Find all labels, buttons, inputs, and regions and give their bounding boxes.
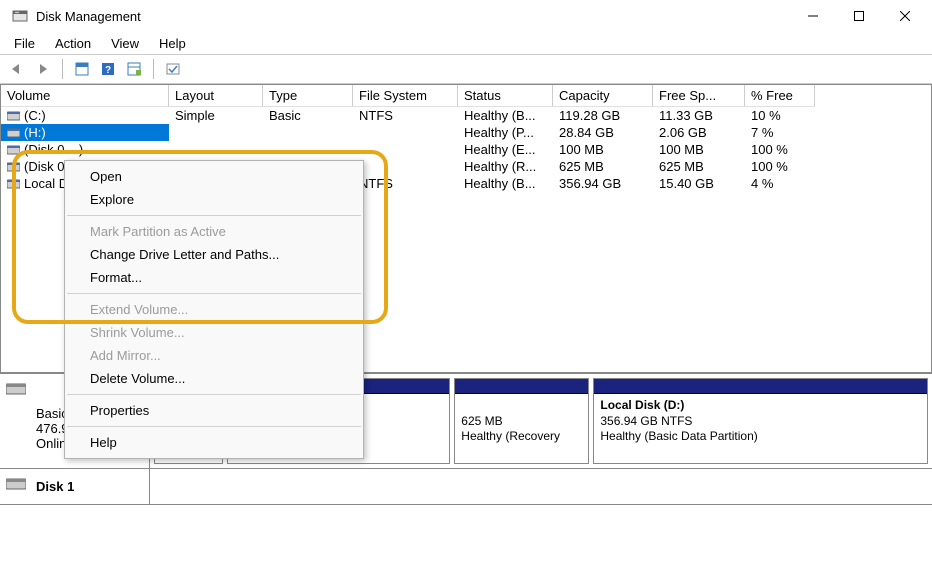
- context-menu-item[interactable]: Format...: [66, 266, 362, 289]
- cell-type: [263, 124, 353, 141]
- cell-filesystem: [353, 124, 458, 141]
- cell-capacity: 625 MB: [553, 158, 653, 175]
- help-icon[interactable]: ?: [97, 58, 119, 80]
- volume-name: (Disk 0 ...): [24, 142, 83, 157]
- col-volume[interactable]: Volume: [1, 85, 169, 107]
- context-menu-item: Add Mirror...: [66, 344, 362, 367]
- menu-file[interactable]: File: [6, 34, 43, 53]
- cell-capacity: 100 MB: [553, 141, 653, 158]
- cell-type: Basic: [263, 107, 353, 124]
- cell-free: 15.40 GB: [653, 175, 745, 192]
- partition-d-title: Local Disk (D:): [600, 398, 921, 414]
- context-menu-item[interactable]: Delete Volume...: [66, 367, 362, 390]
- cell-free: 625 MB: [653, 158, 745, 175]
- close-button[interactable]: [882, 0, 928, 32]
- cell-status: Healthy (B...: [458, 107, 553, 124]
- window-title: Disk Management: [36, 9, 141, 24]
- col-type[interactable]: Type: [263, 85, 353, 107]
- disk-1-row: Disk 1: [0, 469, 932, 505]
- cell-pct: 100 %: [745, 141, 815, 158]
- menu-bar: File Action View Help: [0, 32, 932, 54]
- cell-filesystem: NTFS: [353, 107, 458, 124]
- cell-filesystem: [353, 141, 458, 158]
- cell-free: 2.06 GB: [653, 124, 745, 141]
- col-filesystem[interactable]: File System: [353, 85, 458, 107]
- settings-icon[interactable]: [162, 58, 184, 80]
- cell-status: Healthy (P...: [458, 124, 553, 141]
- volume-icon: [7, 143, 20, 156]
- col-free-space[interactable]: Free Sp...: [653, 85, 745, 107]
- nav-back-button[interactable]: [6, 58, 28, 80]
- toolbar: ?: [0, 54, 932, 84]
- partition-recovery-size: 625 MB: [461, 414, 582, 430]
- table-header-row: Volume Layout Type File System Status Ca…: [1, 85, 931, 107]
- cell-pct: 10 %: [745, 107, 815, 124]
- table-row[interactable]: (C:) SimpleBasicNTFSHealthy (B...119.28 G…: [1, 107, 931, 124]
- context-menu-item[interactable]: Change Drive Letter and Paths...: [66, 243, 362, 266]
- partition-recovery-status: Healthy (Recovery: [461, 429, 582, 445]
- cell-free: 100 MB: [653, 141, 745, 158]
- cell-layout: [169, 124, 263, 141]
- nav-forward-button[interactable]: [32, 58, 54, 80]
- cell-layout: [169, 141, 263, 158]
- refresh-icon[interactable]: [71, 58, 93, 80]
- app-icon: [12, 8, 28, 24]
- disk-1-label[interactable]: Disk 1: [0, 469, 150, 504]
- context-menu-item: Extend Volume...: [66, 298, 362, 321]
- menu-help[interactable]: Help: [151, 34, 194, 53]
- cell-status: Healthy (E...: [458, 141, 553, 158]
- title-bar: Disk Management: [0, 0, 932, 32]
- svg-text:?: ?: [105, 65, 111, 76]
- context-menu-item[interactable]: Properties: [66, 399, 362, 422]
- volume-icon: [7, 109, 20, 122]
- volume-context-menu: OpenExplore Mark Partition as ActiveChang…: [64, 160, 364, 459]
- volume-name: (C:): [24, 108, 46, 123]
- volume-icon: [7, 160, 20, 173]
- cell-filesystem: [353, 158, 458, 175]
- cell-status: Healthy (B...: [458, 175, 553, 192]
- minimize-button[interactable]: [790, 0, 836, 32]
- cell-pct: 7 %: [745, 124, 815, 141]
- cell-filesystem: NTFS: [353, 175, 458, 192]
- menu-view[interactable]: View: [103, 34, 147, 53]
- partition-recovery[interactable]: 625 MB Healthy (Recovery: [454, 378, 589, 464]
- context-menu-item[interactable]: Help: [66, 431, 362, 454]
- cell-capacity: 119.28 GB: [553, 107, 653, 124]
- volume-name: (H:): [24, 125, 46, 140]
- disk-icon: [6, 382, 26, 396]
- disk-icon: [6, 477, 26, 491]
- context-menu-item: Shrink Volume...: [66, 321, 362, 344]
- cell-pct: 4 %: [745, 175, 815, 192]
- view-options-icon[interactable]: [123, 58, 145, 80]
- volume-icon: [7, 126, 20, 139]
- table-row[interactable]: (H:) Healthy (P...28.84 GB2.06 GB7 %: [1, 124, 931, 141]
- table-row[interactable]: (Disk 0 ...)Healthy (E...100 MB100 MB100…: [1, 141, 931, 158]
- partition-d-status: Healthy (Basic Data Partition): [600, 429, 921, 445]
- disk-1-title: Disk 1: [36, 479, 141, 494]
- menu-action[interactable]: Action: [47, 34, 99, 53]
- col-pct-free[interactable]: % Free: [745, 85, 815, 107]
- context-menu-item[interactable]: Explore: [66, 188, 362, 211]
- context-menu-item: Mark Partition as Active: [66, 220, 362, 243]
- cell-status: Healthy (R...: [458, 158, 553, 175]
- partition-d[interactable]: Local Disk (D:) 356.94 GB NTFS Healthy (…: [593, 378, 928, 464]
- cell-capacity: 28.84 GB: [553, 124, 653, 141]
- cell-layout: Simple: [169, 107, 263, 124]
- cell-capacity: 356.94 GB: [553, 175, 653, 192]
- maximize-button[interactable]: [836, 0, 882, 32]
- col-layout[interactable]: Layout: [169, 85, 263, 107]
- col-capacity[interactable]: Capacity: [553, 85, 653, 107]
- cell-pct: 100 %: [745, 158, 815, 175]
- partition-d-size: 356.94 GB NTFS: [600, 414, 921, 430]
- cell-type: [263, 141, 353, 158]
- cell-free: 11.33 GB: [653, 107, 745, 124]
- volume-icon: [7, 177, 20, 190]
- col-status[interactable]: Status: [458, 85, 553, 107]
- context-menu-item[interactable]: Open: [66, 165, 362, 188]
